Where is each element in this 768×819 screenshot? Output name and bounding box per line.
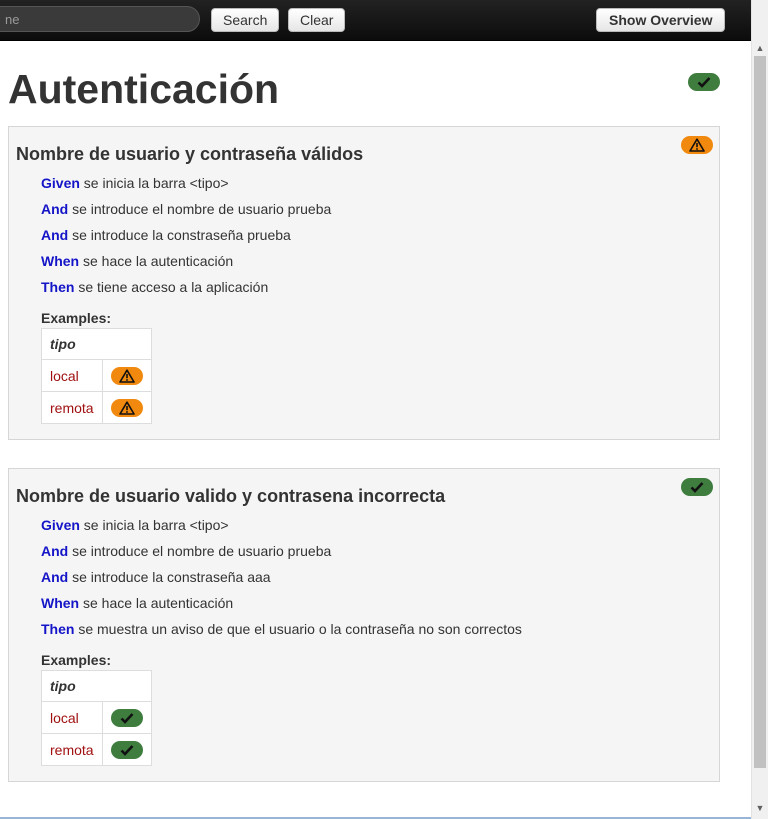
step-keyword: Then (41, 621, 75, 637)
warning-icon (119, 368, 135, 383)
examples-header: tipo (41, 670, 152, 702)
scrollbar-thumb[interactable] (754, 56, 766, 768)
scenario-status-badge (681, 478, 713, 496)
step-text: se muestra un aviso de que el usuario o … (74, 621, 522, 637)
search-input[interactable] (0, 6, 200, 32)
show-overview-button[interactable]: Show Overview (596, 8, 726, 32)
examples-label: Examples: (41, 652, 112, 668)
scenario-status-badge (681, 136, 713, 154)
step-keyword: Then (41, 279, 75, 295)
scroll-down-arrow-icon[interactable]: ▼ (752, 800, 768, 817)
check-icon (120, 712, 134, 724)
step-text: se hace la autenticación (79, 595, 234, 611)
step-keyword: And (41, 543, 69, 559)
example-result (102, 359, 152, 392)
step-row: Then se muestra un aviso de que el usuar… (41, 621, 522, 647)
scroll-up-arrow-icon[interactable]: ▲ (752, 40, 768, 57)
example-status-badge (111, 740, 143, 759)
warning-icon (689, 138, 705, 152)
examples-table: tipo local remota (41, 670, 152, 766)
step-keyword: When (41, 253, 80, 269)
step-keyword: Given (41, 517, 80, 533)
search-button[interactable]: Search (211, 8, 280, 32)
check-icon (697, 76, 711, 88)
example-value: local (41, 359, 103, 392)
check-icon (120, 744, 134, 756)
step-keyword: And (41, 569, 69, 585)
scenario-title: Nombre de usuario valido y contrasena in… (16, 486, 446, 506)
clear-button[interactable]: Clear (288, 8, 346, 32)
examples-table: tipo local remota (41, 328, 152, 424)
step-text: se inicia la barra <tipo> (79, 175, 229, 191)
top-navbar: Search Clear Show Overview (0, 0, 751, 41)
step-keyword: And (41, 201, 69, 217)
vertical-scrollbar[interactable]: ▲ ▼ (751, 0, 768, 819)
table-row: local (41, 359, 152, 392)
step-row: Given se inicia la barra <tipo> (41, 517, 522, 543)
table-row: remota (41, 733, 152, 766)
step-text: se hace la autenticación (79, 253, 234, 269)
example-status-badge (111, 366, 143, 385)
check-icon (690, 481, 704, 493)
example-result (102, 391, 152, 424)
warning-icon (119, 400, 135, 415)
step-row: Given se inicia la barra <tipo> (41, 175, 331, 201)
examples-label: Examples: (41, 310, 112, 326)
scenario-title: Nombre de usuario y contraseña válidos (16, 144, 364, 164)
step-list: Given se inicia la barra <tipo> And se i… (41, 175, 331, 305)
step-text: se tiene acceso a la aplicación (74, 279, 269, 295)
step-keyword: And (41, 227, 69, 243)
examples-header: tipo (41, 328, 152, 360)
example-value: remota (41, 733, 103, 766)
step-row: And se introduce el nombre de usuario pr… (41, 201, 331, 227)
scenario-card-1: Nombre de usuario y contraseña válidos G… (8, 126, 720, 440)
feature-title: Autenticación (8, 66, 280, 112)
step-text: se introduce la constraseña aaa (68, 569, 271, 585)
example-status-badge (111, 708, 143, 727)
step-row: And se introduce la constraseña prueba (41, 227, 331, 253)
example-value: remota (41, 391, 103, 424)
step-row: When se hace la autenticación (41, 595, 522, 621)
example-value: local (41, 701, 103, 734)
step-text: se introduce el nombre de usuario prueba (68, 543, 332, 559)
step-text: se introduce el nombre de usuario prueba (68, 201, 332, 217)
step-keyword: Given (41, 175, 80, 191)
table-row: remota (41, 391, 152, 424)
step-row: Then se tiene acceso a la aplicación (41, 279, 331, 305)
example-result (102, 701, 152, 734)
table-row: local (41, 701, 152, 734)
step-row: And se introduce el nombre de usuario pr… (41, 543, 522, 569)
step-row: When se hace la autenticación (41, 253, 331, 279)
step-text: se introduce la constraseña prueba (68, 227, 291, 243)
example-result (102, 733, 152, 766)
step-list: Given se inicia la barra <tipo> And se i… (41, 517, 522, 647)
step-text: se inicia la barra <tipo> (79, 517, 229, 533)
step-row: And se introduce la constraseña aaa (41, 569, 522, 595)
step-keyword: When (41, 595, 80, 611)
example-status-badge (111, 398, 143, 417)
feature-status-badge (688, 73, 720, 91)
scenario-card-2: Nombre de usuario valido y contrasena in… (8, 468, 720, 782)
